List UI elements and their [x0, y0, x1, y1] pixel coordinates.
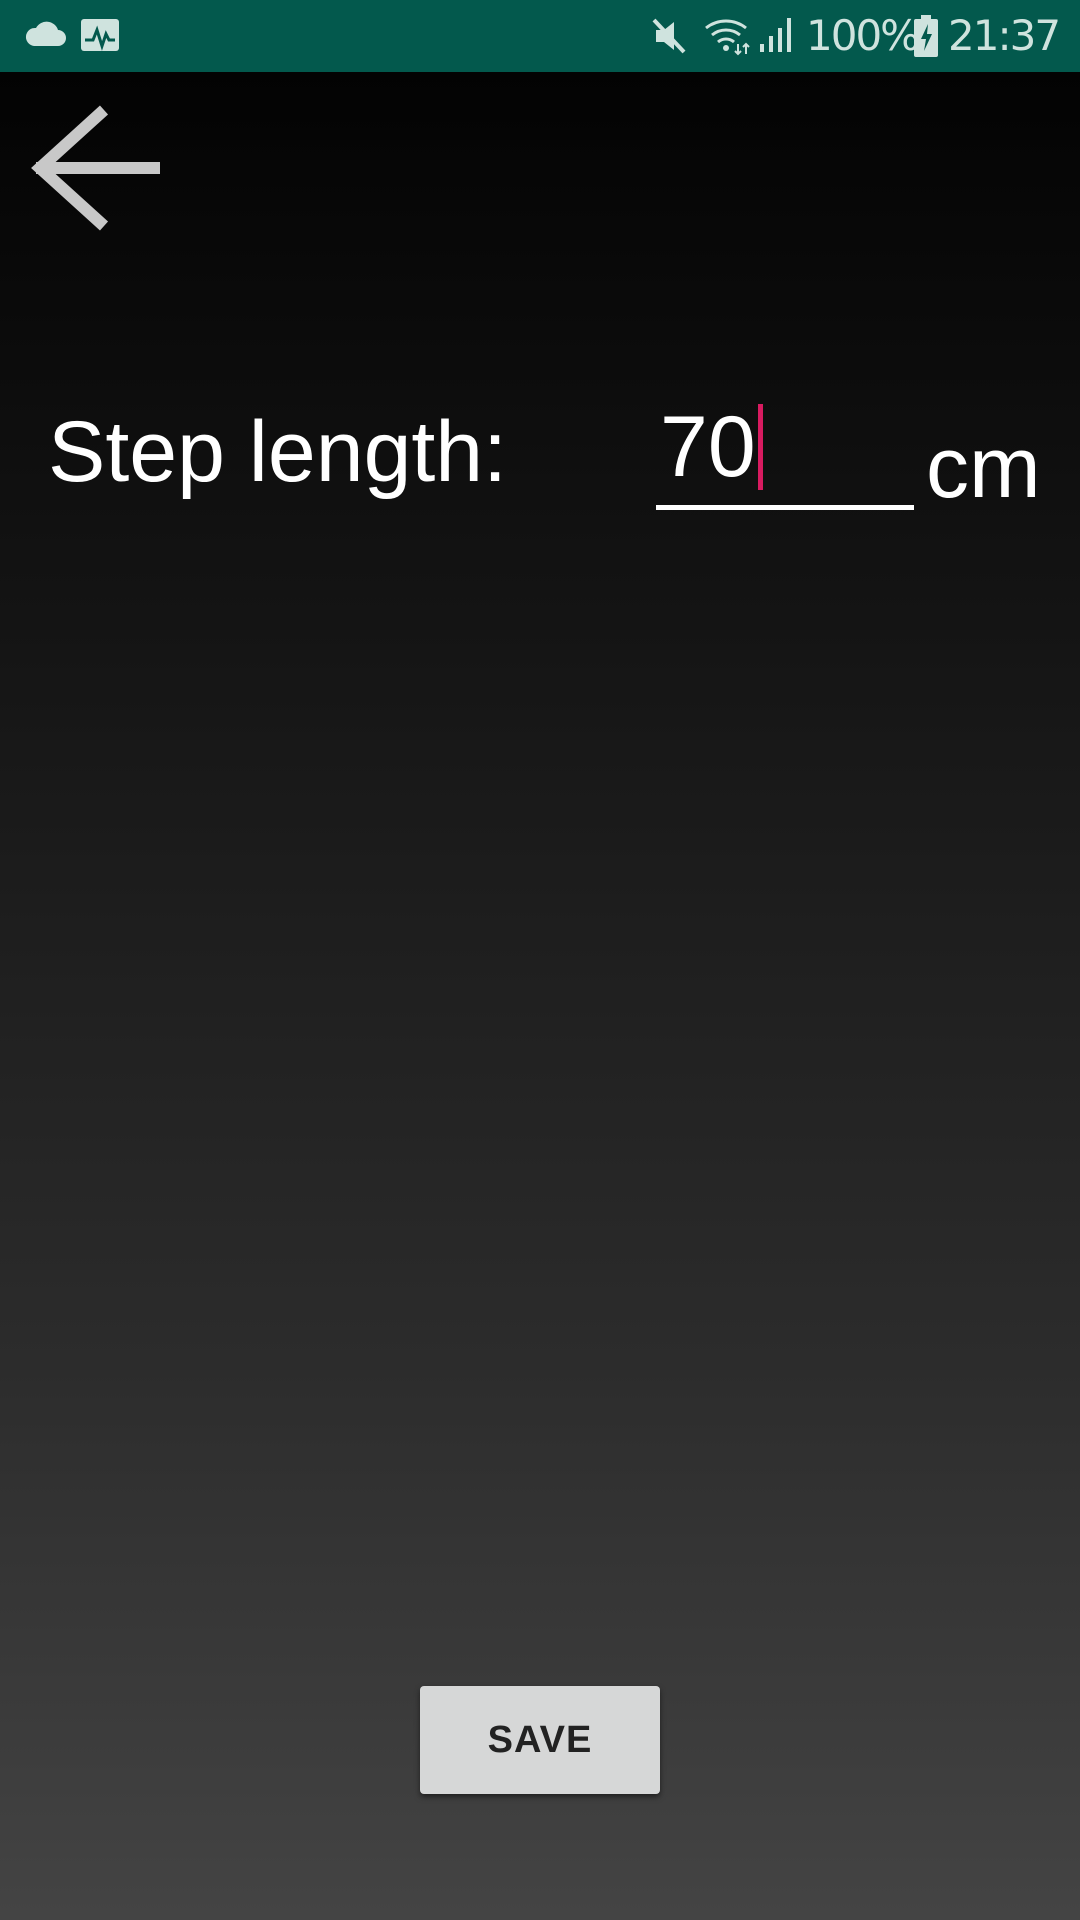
- activity-pulse-icon: [81, 19, 119, 51]
- step-length-value: 70: [660, 399, 756, 495]
- wifi-icon: [705, 19, 750, 56]
- step-length-screen: Step length: 70 cm SAVE: [0, 72, 1080, 1920]
- save-button[interactable]: SAVE: [420, 1686, 660, 1794]
- status-bar: 100% 21:37: [0, 0, 1080, 72]
- step-length-label: Step length:: [48, 404, 508, 500]
- text-caret: [757, 404, 763, 491]
- arrow-left-icon: [31, 105, 160, 231]
- unit-label: cm: [926, 420, 1041, 516]
- mute-icon: [652, 18, 686, 54]
- step-length-input[interactable]: 70: [656, 392, 914, 510]
- clock-time: 21:37: [948, 11, 1061, 60]
- battery-charging-icon: [914, 15, 938, 57]
- back-button[interactable]: [28, 102, 164, 238]
- battery-percent: 100%: [806, 11, 920, 60]
- cloud-icon: [25, 21, 66, 46]
- cell-signal-icon: [760, 18, 791, 52]
